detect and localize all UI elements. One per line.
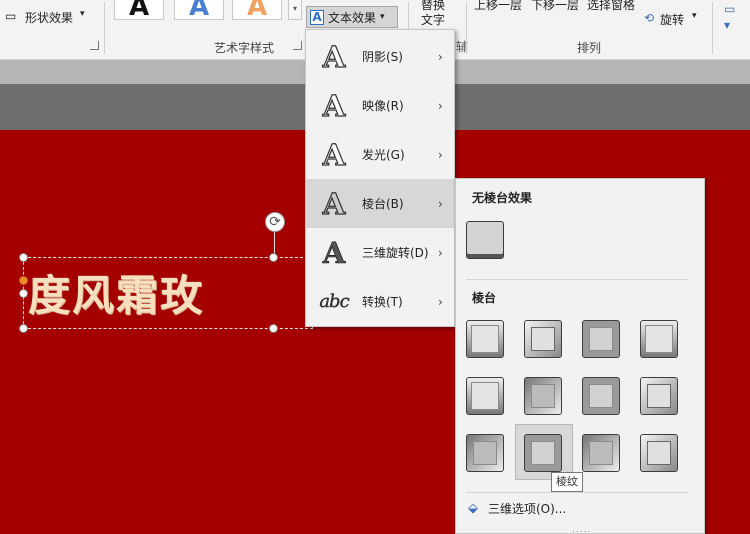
resize-handle[interactable] <box>19 253 28 262</box>
wordart-style-orange[interactable]: A <box>232 0 282 20</box>
3d-rotation-icon: A <box>322 235 346 270</box>
adjust-handle[interactable] <box>19 276 28 285</box>
menu-item-label: 三维旋转(D) <box>362 246 429 260</box>
bevel-option-cool-slant[interactable] <box>640 320 678 358</box>
chevron-right-icon: › <box>438 196 443 211</box>
menu-item-label: 发光(G) <box>362 148 405 162</box>
chevron-right-icon: › <box>438 294 443 309</box>
chevron-down-icon[interactable]: ▾ <box>80 9 85 19</box>
resize-handle[interactable] <box>19 324 28 333</box>
menu-item-label: 阴影(S) <box>362 50 403 64</box>
menu-item-label: 转换(T) <box>362 295 403 309</box>
text-effect-menu: A 阴影(S) › A 映像(R) › A 发光(G) › A 棱台(B) › … <box>305 29 455 327</box>
no-bevel-heading: 无棱台效果 <box>472 191 533 205</box>
rotate-icon: ⟲ <box>644 11 655 25</box>
group-divider <box>104 2 105 54</box>
text-effect-button[interactable]: A 文本效果 ▾ <box>306 6 398 28</box>
shape-effect-button[interactable]: 形状效果 <box>25 9 73 26</box>
menu-item-bevel[interactable]: A 棱台(B) › <box>306 179 454 228</box>
menu-item-label: 映像(R) <box>362 99 404 113</box>
bring-forward-button[interactable]: 上移一层 <box>474 0 522 13</box>
send-backward-button[interactable]: 下移一层 <box>531 0 579 13</box>
menu-item-transform[interactable]: abc 转换(T) › <box>306 277 454 326</box>
size-dropdown-icon[interactable]: ▾ <box>724 18 730 32</box>
group-divider <box>712 2 713 54</box>
bevel-option-convex[interactable] <box>582 377 620 415</box>
rotate-handle-icon[interactable]: ⟳ <box>265 212 285 232</box>
chevron-right-icon: › <box>438 147 443 162</box>
resize-grip-icon[interactable]: ..... <box>572 525 591 534</box>
rotate-button[interactable]: 旋转 <box>660 11 684 28</box>
bevel-icon: A <box>322 186 346 221</box>
size-icon[interactable]: ▭ <box>724 2 735 16</box>
bevel-option-soft-round[interactable] <box>524 377 562 415</box>
selection-pane-button[interactable]: 选择窗格 <box>587 0 635 13</box>
no-bevel-option[interactable] <box>466 221 504 259</box>
menu-item-3d-rotation[interactable]: A 三维旋转(D) › <box>306 228 454 277</box>
3d-options-icon: ⬙ <box>468 501 478 516</box>
3d-options-item[interactable]: ⬙ 三维选项(O)... <box>468 500 566 517</box>
shape-effect-icon: ▭ <box>5 9 17 23</box>
gallery-more-icon[interactable]: ▾ <box>288 0 302 20</box>
reflection-icon: A <box>322 88 346 123</box>
text-effect-label: 文本效果 <box>328 10 377 25</box>
divider <box>466 492 688 493</box>
selection-box[interactable] <box>23 257 313 329</box>
bevel-heading: 棱台 <box>472 291 497 305</box>
glow-icon: A <box>322 137 346 172</box>
wordart-launcher-icon[interactable] <box>293 41 302 50</box>
group-divider <box>466 2 467 54</box>
bevel-option-hard-edge[interactable] <box>582 434 620 472</box>
menu-item-reflection[interactable]: A 映像(R) › <box>306 81 454 130</box>
resize-handle[interactable] <box>19 289 28 298</box>
arrange-group-label: 排列 <box>577 41 602 55</box>
bevel-option-art-deco[interactable] <box>640 434 678 472</box>
menu-item-glow[interactable]: A 发光(G) › <box>306 130 454 179</box>
bevel-option-riblet[interactable] <box>524 434 562 472</box>
bevel-option-divot[interactable] <box>466 434 504 472</box>
bevel-option-angle[interactable] <box>466 377 504 415</box>
bevel-option-slope[interactable] <box>640 377 678 415</box>
bevel-option-relaxed-inset[interactable] <box>524 320 562 358</box>
resize-handle[interactable] <box>269 253 278 262</box>
shadow-icon: A <box>322 39 346 74</box>
wordart-style-black[interactable]: A <box>114 0 164 20</box>
chevron-down-icon[interactable]: ▾ <box>692 11 697 21</box>
dialog-launcher-icon[interactable] <box>90 41 99 50</box>
alt-text-label: 文字 <box>421 13 446 27</box>
resize-handle[interactable] <box>269 324 278 333</box>
menu-item-shadow[interactable]: A 阴影(S) › <box>306 32 454 81</box>
transform-icon: abc <box>319 291 350 312</box>
bevel-option-circle[interactable] <box>466 320 504 358</box>
3d-options-label: 三维选项(O)... <box>488 502 567 516</box>
menu-item-label: 棱台(B) <box>362 197 404 211</box>
chevron-right-icon: › <box>438 245 443 260</box>
wordart-group-label: 艺术字样式 <box>214 41 275 55</box>
chevron-down-icon: ▾ <box>380 12 385 22</box>
chevron-right-icon: › <box>438 98 443 113</box>
chevron-right-icon: › <box>438 49 443 64</box>
tooltip: 棱纹 <box>551 472 583 492</box>
text-effect-icon: A <box>310 9 324 25</box>
wordart-style-blue[interactable]: A <box>174 0 224 20</box>
divider <box>466 279 688 280</box>
bevel-option-cross[interactable] <box>582 320 620 358</box>
